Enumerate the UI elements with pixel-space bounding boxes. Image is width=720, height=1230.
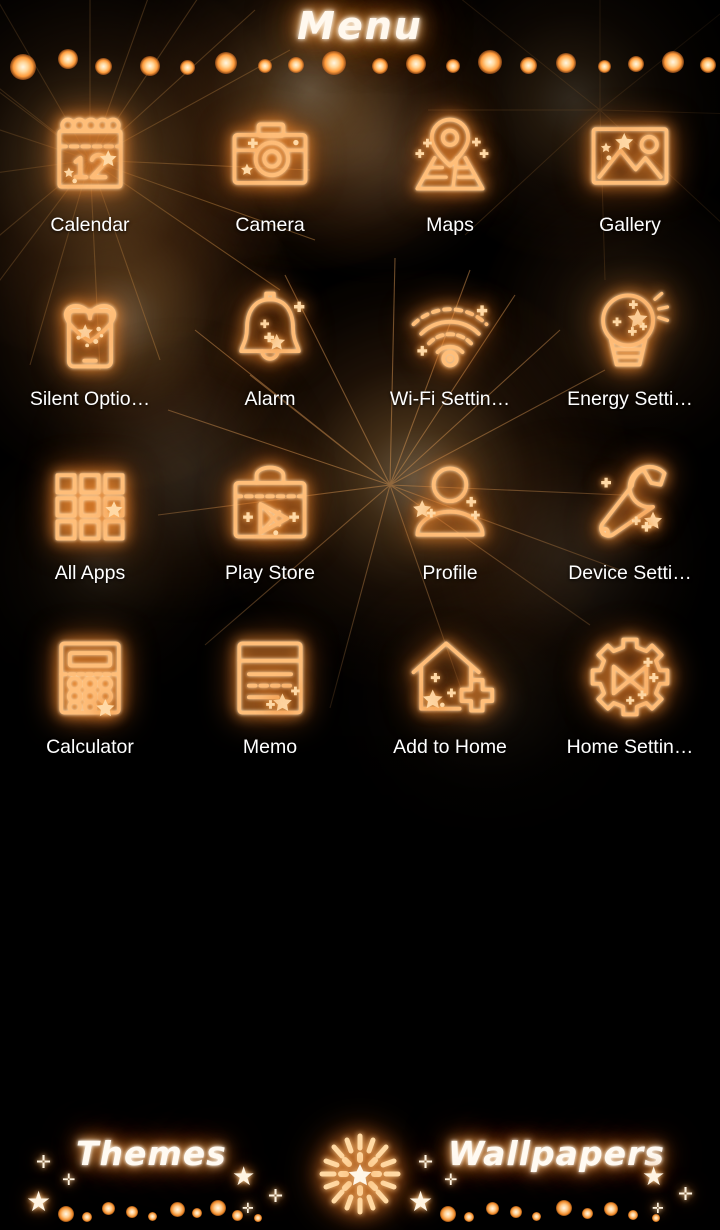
wifi-icon: [402, 282, 498, 378]
sparkle-star-icon: ★: [642, 1162, 666, 1192]
app-label: Silent Optio…: [29, 388, 151, 410]
app-icon-silent-options[interactable]: Silent Optio…: [0, 282, 180, 456]
app-label: Camera: [235, 214, 305, 236]
app-icon-all-apps[interactable]: All Apps: [0, 456, 180, 630]
app-icon-profile[interactable]: Profile: [360, 456, 540, 630]
wallpapers-label: Wallpapers: [448, 1134, 665, 1173]
sparkle-star-icon: ★: [408, 1185, 434, 1218]
themes-button[interactable]: Themes ✛ ✛ ★ ★ ✛ ✛: [20, 1126, 300, 1222]
app-icon-energy-settings[interactable]: Energy Setti…: [540, 282, 720, 456]
app-icon-add-to-home[interactable]: Add to Home: [360, 630, 540, 804]
app-icon-maps[interactable]: Maps: [360, 108, 540, 282]
sparkle-plus-icon: ✛: [418, 1152, 434, 1173]
calculator-icon: [42, 630, 138, 726]
app-icon-gallery[interactable]: Gallery: [540, 108, 720, 282]
app-label: Profile: [422, 562, 478, 584]
app-icon-device-settings[interactable]: Device Setti…: [540, 456, 720, 630]
page-title: Menu: [297, 4, 423, 48]
wallpapers-button[interactable]: Wallpapers ✛ ✛ ★ ★ ✛ ✛: [406, 1126, 706, 1222]
app-label: Home Settin…: [566, 736, 694, 758]
app-icon-wifi-settings[interactable]: Wi-Fi Settin…: [360, 282, 540, 456]
firework-burst-icon: [319, 1133, 401, 1215]
sparkle-star-icon: ★: [26, 1185, 52, 1218]
play-store-bag-icon: [222, 456, 318, 552]
string-lights-decoration: [0, 48, 720, 86]
sparkle-plus-icon: ✛: [62, 1170, 76, 1189]
app-icon-calculator[interactable]: Calculator: [0, 630, 180, 804]
app-label: Add to Home: [393, 736, 507, 758]
bottom-dock: Themes ✛ ✛ ★ ★ ✛ ✛ Wallpapers ✛ ✛ ★ ★ ✛ …: [0, 1112, 720, 1230]
sparkle-plus-icon: ✛: [678, 1184, 694, 1205]
app-label: Calendar: [50, 214, 130, 236]
lightbulb-icon: [582, 282, 678, 378]
bell-icon: [222, 282, 318, 378]
map-pin-icon: [402, 108, 498, 204]
app-icon-home-settings[interactable]: Home Settin…: [540, 630, 720, 804]
gear-icon: [582, 630, 678, 726]
app-label: Energy Setti…: [567, 388, 693, 410]
app-icon-calendar[interactable]: Calendar: [0, 108, 180, 282]
app-label: Memo: [242, 736, 298, 758]
firework-button[interactable]: [310, 1126, 410, 1222]
house-plus-icon: [402, 630, 498, 726]
app-label: Device Setti…: [568, 562, 692, 584]
app-grid-icon: [42, 456, 138, 552]
app-label: Alarm: [244, 388, 296, 410]
person-icon: [402, 456, 498, 552]
sparkle-plus-icon: ✛: [444, 1170, 458, 1189]
app-label: Maps: [426, 214, 474, 236]
phone-heart-icon: [42, 282, 138, 378]
app-icon-alarm[interactable]: Alarm: [180, 282, 360, 456]
gallery-picture-icon: [582, 108, 678, 204]
app-label: Wi-Fi Settin…: [389, 388, 511, 410]
themes-label: Themes: [76, 1134, 227, 1173]
app-label: Gallery: [599, 214, 661, 236]
sparkle-plus-icon: ✛: [268, 1186, 284, 1207]
sparkle-plus-icon: ✛: [242, 1201, 254, 1217]
sparkle-plus-icon: ✛: [36, 1152, 52, 1173]
app-label: Play Store: [225, 562, 315, 584]
menu-header: Menu: [0, 0, 720, 96]
memo-notepad-icon: [222, 630, 318, 726]
camera-icon: [222, 108, 318, 204]
app-icon-camera[interactable]: Camera: [180, 108, 360, 282]
wrench-icon: [582, 456, 678, 552]
calendar-icon: [42, 108, 138, 204]
app-label: Calculator: [46, 736, 134, 758]
app-icon-memo[interactable]: Memo: [180, 630, 360, 804]
app-grid: Calendar Camera Maps Gallery Silent Opti…: [0, 108, 720, 804]
app-label: All Apps: [54, 562, 126, 584]
app-icon-play-store[interactable]: Play Store: [180, 456, 360, 630]
sparkle-star-icon: ★: [232, 1162, 256, 1192]
